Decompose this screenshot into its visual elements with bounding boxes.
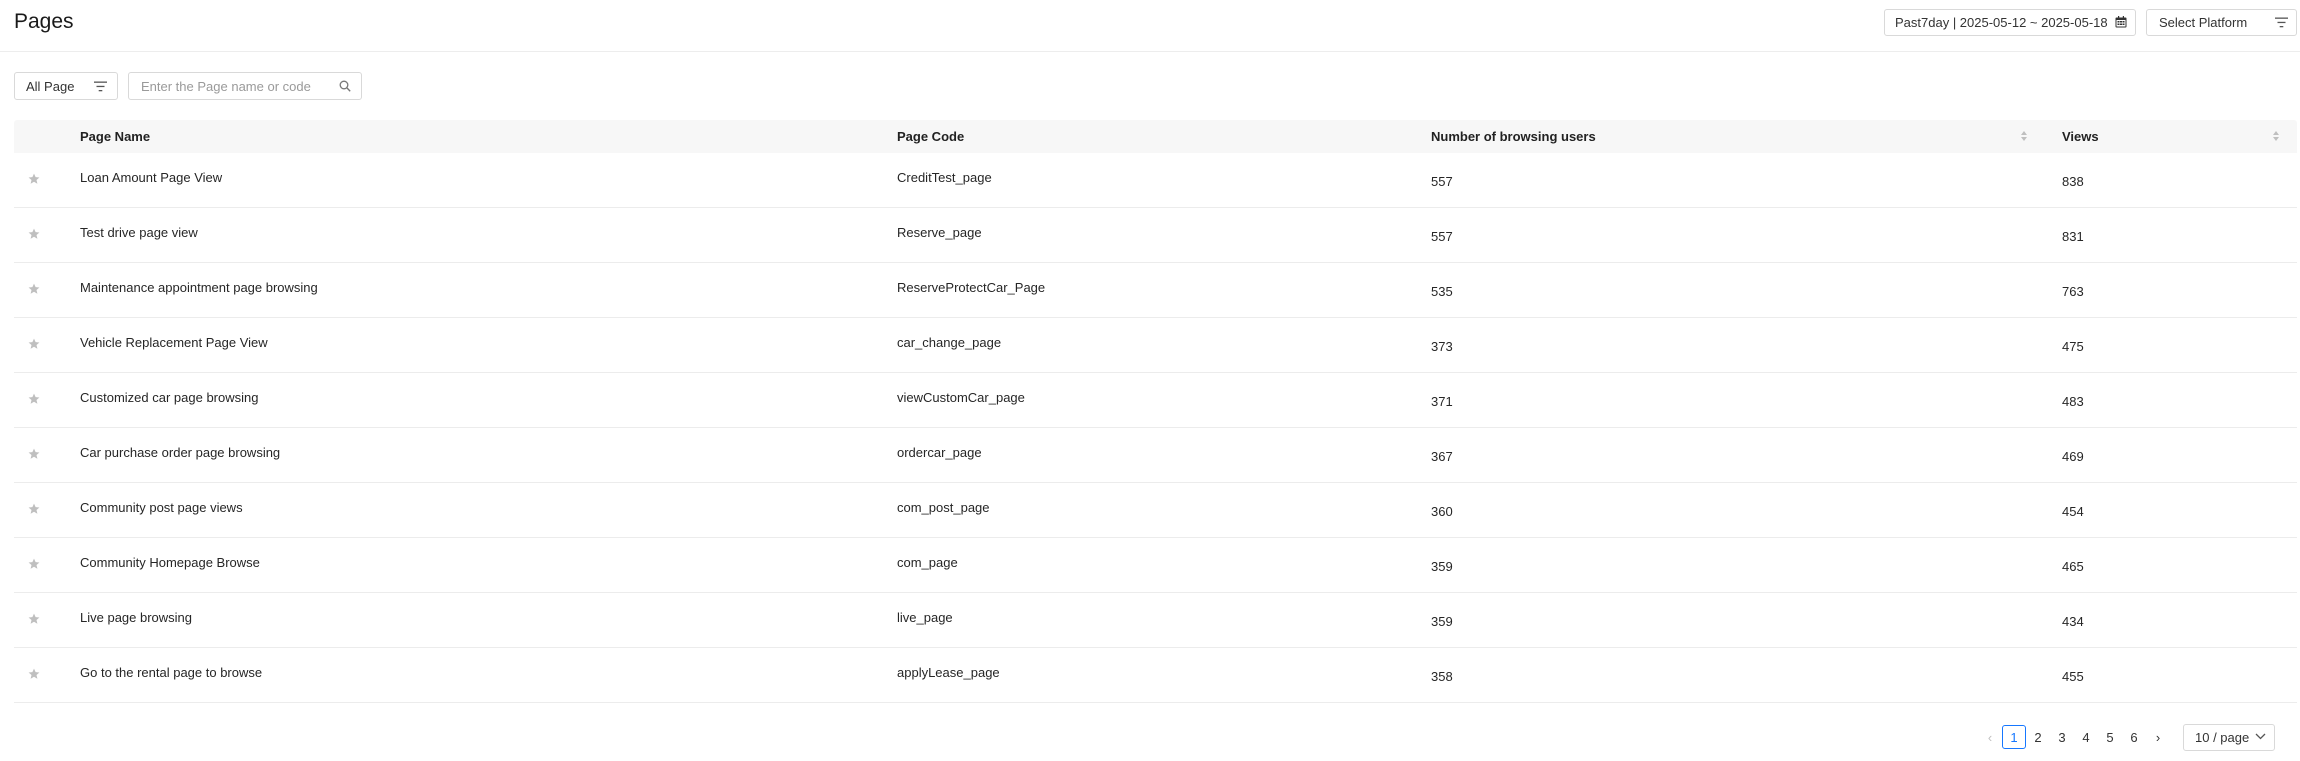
star-icon[interactable] <box>28 173 40 185</box>
chevron-left-icon[interactable]: ‹ <box>1978 725 2002 749</box>
page-name-cell: Go to the rental page to browse <box>80 665 263 680</box>
sort-icon[interactable] <box>2272 128 2280 144</box>
star-icon[interactable] <box>28 338 40 350</box>
pagination: ‹ 123456 › <box>1978 724 2170 750</box>
page-title: Pages <box>14 10 74 33</box>
date-range-picker[interactable]: Past7day | 2025-05-12 ~ 2025-05-18 <box>1884 9 2136 36</box>
table-row[interactable]: Go to the rental page to browse applyLeas… <box>14 648 2297 703</box>
table-row[interactable]: Loan Amount Page View CreditTest_page 557 8… <box>14 153 2297 208</box>
sort-icon[interactable] <box>2020 128 2028 144</box>
platform-select-placeholder: Select Platform <box>2159 15 2248 30</box>
column-header-browsing-users[interactable]: Number of browsing users <box>1431 120 1596 153</box>
star-icon[interactable] <box>28 668 40 680</box>
page-filter-dropdown[interactable]: All Page <box>14 72 118 100</box>
page-filter-label: All Page <box>26 78 75 94</box>
star-icon[interactable] <box>28 393 40 405</box>
page-size-label: 10 / page <box>2195 730 2250 745</box>
page-list: 123456 <box>2002 725 2146 749</box>
search-box <box>128 72 362 100</box>
page-6-button[interactable]: 6 <box>2122 725 2146 749</box>
page-2-button[interactable]: 2 <box>2026 725 2050 749</box>
page-header: Pages Past7day | 2025-05-12 ~ 2025-05-18… <box>0 0 2300 52</box>
page-4-button[interactable]: 4 <box>2074 725 2098 749</box>
column-header-page-code: Page Code <box>897 129 965 144</box>
table-row[interactable]: Maintenance appointment page browsing Res… <box>14 263 2297 318</box>
table-row[interactable]: Test drive page view Reserve_page 557 831 <box>14 208 2297 263</box>
views-cell: 455 <box>2062 669 2084 684</box>
chevron-down-icon <box>2255 733 2266 740</box>
star-icon[interactable] <box>28 228 40 240</box>
table-header: Page Name Page Code Number of browsing u… <box>14 120 2297 153</box>
filter-icon <box>2275 17 2288 28</box>
table-body: Loan Amount Page View CreditTest_page 557 8… <box>14 153 2297 703</box>
table-row[interactable]: Vehicle Replacement Page View car_change_… <box>14 318 2297 373</box>
page-code-cell: applyLease_page <box>897 665 1000 680</box>
chevron-right-icon[interactable]: › <box>2146 725 2170 749</box>
pages-table: Page Name Page Code Number of browsing u… <box>14 120 2297 703</box>
filter-icon <box>94 81 107 92</box>
page-1-button[interactable]: 1 <box>2002 725 2026 749</box>
page-3-button[interactable]: 3 <box>2050 725 2074 749</box>
star-icon[interactable] <box>28 613 40 625</box>
table-row[interactable]: Community Homepage Browse com_page 359 465 <box>14 538 2297 593</box>
column-header-views[interactable]: Views <box>2062 120 2099 153</box>
calendar-icon <box>2115 16 2127 28</box>
star-icon[interactable] <box>28 503 40 515</box>
table-row[interactable]: Community post page views com_post_page 36… <box>14 483 2297 538</box>
page-5-button[interactable]: 5 <box>2098 725 2122 749</box>
search-input[interactable] <box>130 74 330 98</box>
table-row[interactable]: Car purchase order page browsing ordercar… <box>14 428 2297 483</box>
search-icon[interactable] <box>339 80 351 92</box>
browsing-users-cell: 358 <box>1431 669 1453 684</box>
star-icon[interactable] <box>28 558 40 570</box>
platform-select[interactable]: Select Platform <box>2146 9 2297 36</box>
page-size-select[interactable]: 10 / page <box>2183 724 2275 751</box>
table-row[interactable]: Customized car page browsing viewCustomCa… <box>14 373 2297 428</box>
date-range-text: Past7day | 2025-05-12 ~ 2025-05-18 <box>1895 15 2108 30</box>
star-icon[interactable] <box>28 448 40 460</box>
table-row[interactable]: Live page browsing live_page 359 434 <box>14 593 2297 648</box>
star-icon[interactable] <box>28 283 40 295</box>
column-header-page-name: Page Name <box>80 129 151 144</box>
